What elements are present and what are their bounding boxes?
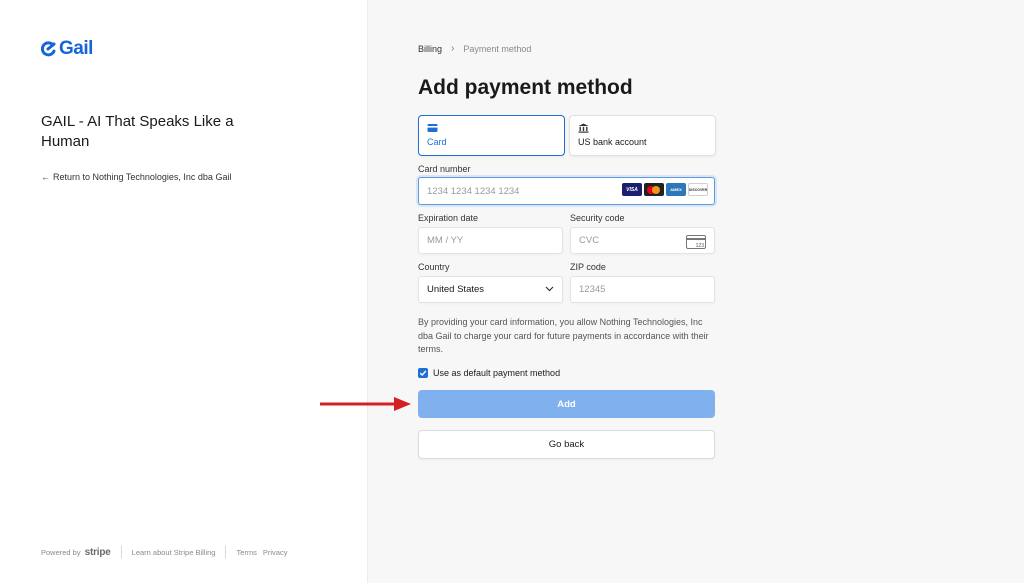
arrow-left-icon: ← bbox=[41, 172, 50, 182]
tab-card[interactable]: Card bbox=[418, 115, 565, 156]
powered-by-label: Powered by bbox=[41, 547, 81, 557]
mastercard-icon bbox=[644, 183, 664, 196]
tab-card-label: Card bbox=[427, 137, 447, 147]
security-code-input[interactable]: CVC 123 bbox=[570, 227, 715, 254]
learn-stripe-billing-link[interactable]: Learn about Stripe Billing bbox=[132, 548, 216, 557]
card-brands: VISA AMEX DISCOVER bbox=[622, 183, 708, 196]
default-payment-label: Use as default payment method bbox=[433, 368, 561, 378]
stripe-logo[interactable]: stripe bbox=[85, 547, 111, 558]
footer-divider bbox=[225, 546, 227, 558]
product-title: GAIL - AI That Speaks Like a Human bbox=[41, 113, 234, 150]
return-link-label: Return to Nothing Technologies, Inc dba … bbox=[53, 172, 232, 182]
credit-card-icon bbox=[427, 124, 438, 132]
zip-code-label: ZIP code bbox=[570, 262, 606, 272]
amex-icon: AMEX bbox=[666, 183, 686, 196]
visa-icon: VISA bbox=[622, 183, 642, 196]
zip-code-placeholder: 12345 bbox=[579, 284, 606, 295]
security-code-label: Security code bbox=[570, 213, 625, 223]
privacy-link[interactable]: Privacy bbox=[263, 548, 288, 557]
breadcrumb-billing[interactable]: Billing bbox=[418, 44, 442, 54]
default-payment-checkbox-row[interactable]: Use as default payment method bbox=[418, 368, 560, 378]
add-button[interactable]: Add bbox=[418, 390, 715, 418]
breadcrumb: Billing › Payment method bbox=[418, 43, 531, 54]
card-number-input[interactable]: 1234 1234 1234 1234 VISA AMEX DISCOVER bbox=[418, 177, 715, 205]
gail-logo-icon bbox=[41, 41, 56, 57]
expiration-placeholder: MM / YY bbox=[427, 235, 464, 246]
country-select[interactable]: United States bbox=[418, 276, 563, 303]
checkmark-icon bbox=[419, 370, 427, 376]
card-number-label: Card number bbox=[418, 164, 471, 174]
tab-us-bank-account[interactable]: US bank account bbox=[569, 115, 716, 156]
bank-icon bbox=[578, 123, 589, 133]
zip-code-input[interactable]: 12345 bbox=[570, 276, 715, 303]
expiration-input[interactable]: MM / YY bbox=[418, 227, 563, 254]
expiration-label: Expiration date bbox=[418, 213, 479, 223]
chevron-down-icon bbox=[545, 286, 554, 292]
go-back-button[interactable]: Go back bbox=[418, 430, 715, 459]
left-panel: Gail GAIL - AI That Speaks Like a Human … bbox=[0, 0, 367, 583]
logo-text: Gail bbox=[59, 38, 93, 59]
breadcrumb-current: Payment method bbox=[463, 43, 532, 54]
page-title: Add payment method bbox=[418, 76, 633, 99]
country-value: United States bbox=[427, 284, 485, 295]
red-arrow-icon bbox=[320, 397, 411, 411]
default-payment-checkbox[interactable] bbox=[418, 368, 428, 378]
card-number-placeholder: 1234 1234 1234 1234 bbox=[427, 185, 520, 197]
footer-divider bbox=[120, 546, 122, 558]
return-link[interactable]: ← Return to Nothing Technologies, Inc db… bbox=[41, 172, 231, 182]
security-code-placeholder: CVC bbox=[579, 235, 600, 246]
chevron-right-icon: › bbox=[451, 43, 455, 54]
discover-icon: DISCOVER bbox=[688, 183, 708, 196]
footer: Powered by stripe Learn about Stripe Bil… bbox=[41, 546, 287, 558]
gail-logo[interactable]: Gail bbox=[41, 38, 93, 60]
terms-text: By providing your card information, you … bbox=[418, 317, 709, 354]
terms-link[interactable]: Terms bbox=[236, 548, 256, 557]
tab-us-bank-account-label: US bank account bbox=[578, 137, 647, 147]
cvc-card-icon: 123 bbox=[686, 235, 706, 249]
country-label: Country bbox=[418, 262, 450, 272]
cvc-icon-text: 123 bbox=[696, 243, 705, 249]
